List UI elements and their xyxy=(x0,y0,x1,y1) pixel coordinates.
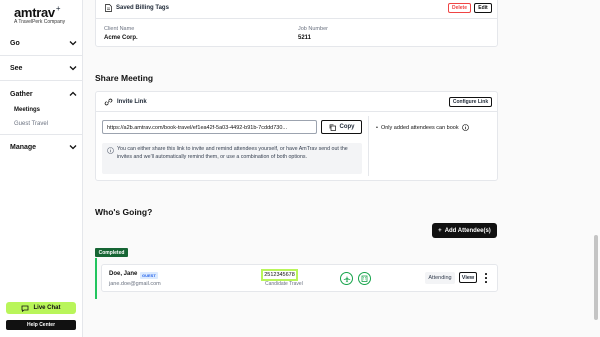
configure-link-button[interactable]: Configure Link xyxy=(449,97,492,107)
logo[interactable]: amtrav+ A TravelPerk Company xyxy=(14,4,66,25)
share-meeting-heading: Share Meeting xyxy=(95,73,154,83)
attendee-name: Doe, Jane xyxy=(109,271,138,277)
copy-button[interactable]: Copy xyxy=(321,120,362,134)
logo-plus: + xyxy=(55,4,61,13)
confirmation-number[interactable]: 2512345678 xyxy=(261,269,298,281)
info-text: You can either share this link to invite… xyxy=(117,146,348,160)
nav-label-gather: Gather xyxy=(10,90,33,98)
live-chat-button[interactable]: Live Chat xyxy=(6,302,76,314)
sidebar-item-guest-travel[interactable]: Guest Travel xyxy=(14,121,48,127)
sidebar-item-meetings[interactable]: Meetings xyxy=(14,107,40,113)
logo-subtitle: A TravelPerk Company xyxy=(14,19,66,25)
info-icon[interactable] xyxy=(461,124,469,131)
help-center-button[interactable]: Help Center xyxy=(6,320,76,330)
job-number-label: Job Number xyxy=(298,26,328,32)
add-attendees-button[interactable]: + Add Attendee(s) xyxy=(432,223,497,238)
chat-icon xyxy=(22,305,29,312)
sidebar: amtrav+ A TravelPerk Company Go See Gath… xyxy=(0,0,83,337)
divider xyxy=(96,18,497,19)
billing-title: Saved Billing Tags xyxy=(116,5,169,11)
nav-label-manage: Manage xyxy=(10,143,37,151)
client-name-label: Client Name xyxy=(104,26,135,32)
add-attendees-label: Add Attendee(s) xyxy=(444,227,491,234)
attendee-email: jane.doe@gmail.com xyxy=(109,281,161,287)
copy-label: Copy xyxy=(339,124,355,130)
attendee-row: Doe, Jane GUEST jane.doe@gmail.com 25123… xyxy=(101,264,498,292)
info-message: You can either share this link to invite… xyxy=(102,143,362,174)
logo-text: amtrav xyxy=(14,5,55,20)
airplane-icon xyxy=(343,275,350,282)
only-added-text: Only added attendees can book xyxy=(380,124,459,131)
invite-url-field[interactable]: https://a2b.amtrav.com/book-travel/ef1ea… xyxy=(102,120,317,134)
nav-section-go[interactable]: Go xyxy=(10,38,78,48)
scrollbar[interactable] xyxy=(594,235,598,320)
chevron-down-icon xyxy=(69,41,77,46)
live-chat-label: Live Chat xyxy=(33,305,61,311)
more-options-icon[interactable] xyxy=(483,272,489,284)
invite-link-label: Invite Link xyxy=(117,99,147,105)
attendance-status: Attending xyxy=(425,272,455,284)
divider xyxy=(0,80,83,81)
nav-label-go: Go xyxy=(10,39,20,47)
divider xyxy=(368,116,369,176)
status-badge: Completed xyxy=(95,248,128,257)
client-name-value: Acme Corp. xyxy=(104,35,138,41)
nav-section-see[interactable]: See xyxy=(10,63,78,73)
job-number-value: 5211 xyxy=(298,35,312,41)
flight-icon[interactable] xyxy=(340,272,353,285)
whos-going-heading: Who's Going? xyxy=(95,207,153,217)
nav-section-gather[interactable]: Gather xyxy=(10,89,78,99)
guest-badge: GUEST xyxy=(140,272,158,279)
plus-icon: + xyxy=(438,227,442,234)
nav-label-see: See xyxy=(10,64,23,72)
status-rail xyxy=(95,258,97,299)
divider xyxy=(0,134,83,135)
nav-section-manage[interactable]: Manage xyxy=(10,142,78,152)
billing-tags-card: Saved Billing Tags Delete Edit Client Na… xyxy=(95,0,498,47)
booking-restriction: • Only added attendees can book xyxy=(376,124,469,131)
divider xyxy=(0,55,83,56)
chevron-down-icon xyxy=(69,66,77,71)
edit-button[interactable]: Edit xyxy=(474,3,492,13)
building-icon xyxy=(361,275,368,282)
document-icon xyxy=(105,4,112,12)
view-button[interactable]: View xyxy=(459,272,477,283)
link-icon xyxy=(104,98,113,106)
hotel-icon[interactable] xyxy=(358,272,371,285)
copy-icon xyxy=(329,123,336,131)
info-icon xyxy=(107,147,114,154)
divider xyxy=(96,111,497,112)
chevron-up-icon xyxy=(69,91,77,96)
share-meeting-card: Invite Link Configure Link https://a2b.a… xyxy=(95,91,498,181)
travel-type: Candidate Travel xyxy=(265,281,303,287)
bullet-icon: • xyxy=(376,124,378,131)
delete-button[interactable]: Delete xyxy=(448,3,471,13)
chevron-down-icon xyxy=(69,145,77,150)
invite-link-header: Invite Link xyxy=(104,98,147,106)
